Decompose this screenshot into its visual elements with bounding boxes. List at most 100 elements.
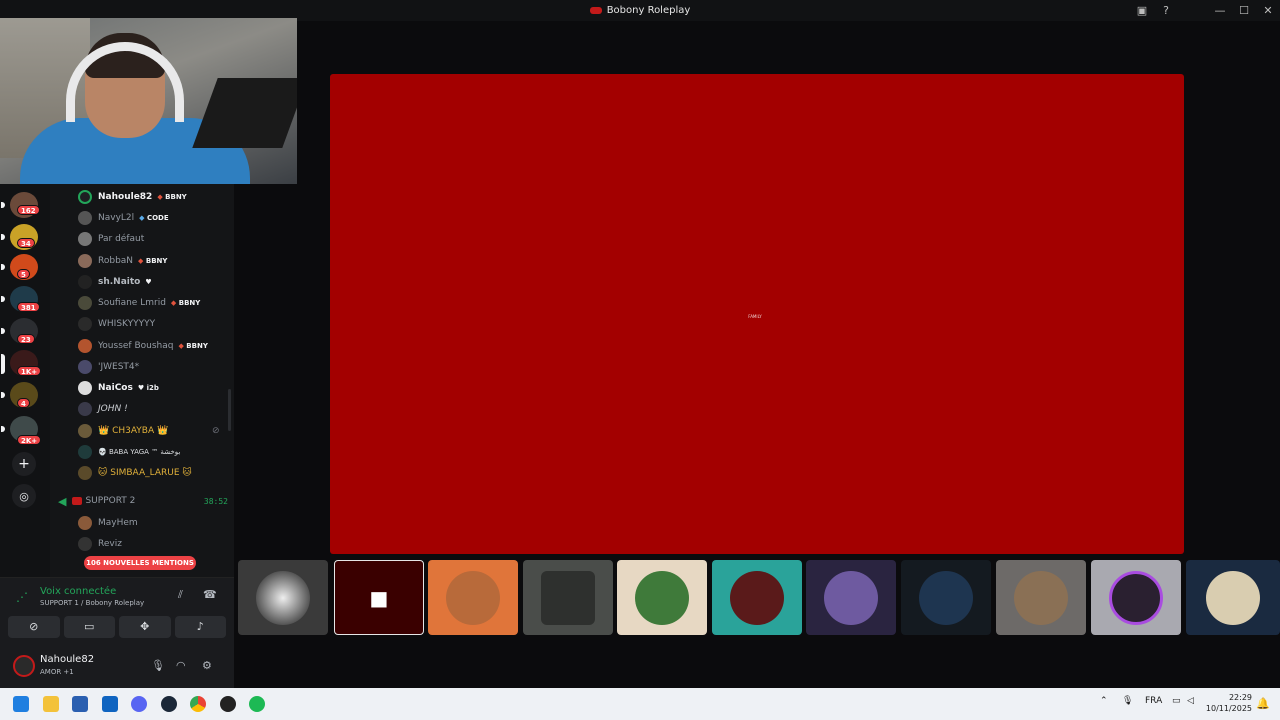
avatar (78, 445, 92, 459)
list-item[interactable]: Soufiane LmridBBNY (78, 294, 200, 312)
stream-watermark: FAMILY (748, 314, 762, 319)
list-item[interactable]: sh.Naito (78, 273, 152, 291)
list-item[interactable]: 👑 CH3AYBA 👑 (78, 422, 168, 440)
participant-tile[interactable] (523, 560, 613, 635)
avatar (78, 537, 92, 551)
participant-tiles: ■ (238, 560, 1280, 635)
chrome-icon[interactable] (190, 696, 206, 712)
list-item[interactable]: NaiCosi2b (78, 379, 159, 397)
soundboard-button[interactable]: ♪ (174, 616, 226, 638)
add-server-button[interactable]: + (12, 452, 36, 476)
voice-status: Voix connectée (40, 586, 117, 597)
server-rail: 162 34 5 381 23 1K+ 4 2K+ + ◎ (0, 184, 50, 577)
avatar (541, 570, 595, 625)
new-mentions-banner[interactable]: 106 NOUVELLES MENTIONS (84, 556, 196, 570)
participant-tile[interactable] (806, 560, 896, 635)
list-item[interactable]: MayHem (78, 514, 138, 532)
list-item[interactable]: Par défaut (78, 230, 144, 248)
avatar (78, 190, 92, 204)
stream-stage[interactable]: FAMILY (330, 74, 1184, 554)
voice-actions: ⊘ ▭ ✥ ♪ (8, 616, 226, 638)
store-icon[interactable] (72, 696, 88, 712)
avatar (78, 211, 92, 225)
headphones-icon[interactable]: ◠ (176, 659, 186, 672)
voice-location[interactable]: SUPPORT 1 / Bobony Roleplay (40, 599, 144, 607)
avatar (78, 275, 92, 289)
network-icon[interactable]: ▭ (1172, 696, 1181, 706)
notification-bell-icon[interactable]: 🔔 (1256, 697, 1270, 710)
unread-badge: 23 (17, 334, 35, 344)
participant-tile[interactable] (1186, 560, 1280, 635)
outlook-icon[interactable] (102, 696, 118, 712)
list-item[interactable]: 🐱 SIMBAA_LARUE 🐱 (78, 464, 192, 482)
list-item[interactable]: 'JWEST4* (78, 358, 139, 376)
app-logo-icon (589, 7, 602, 14)
camera-toggle-button[interactable]: ⊘ (8, 616, 60, 638)
activities-button[interactable]: ✥ (119, 616, 171, 638)
avatar (13, 655, 35, 677)
soundboard-icon: ♪ (196, 620, 204, 633)
language-indicator[interactable]: FRA (1145, 696, 1162, 706)
avatar (1014, 570, 1068, 625)
participant-tile[interactable] (617, 560, 707, 635)
discord-app: Bobony Roleplay ▣ ? — ☐ ✕ 162 34 5 381 2… (0, 0, 1280, 688)
participant-tile[interactable] (996, 560, 1086, 635)
gear-icon[interactable]: ⚙ (202, 659, 212, 672)
window-controls: ▣ ? — ☐ ✕ (1130, 0, 1280, 21)
unread-badge: 2K+ (17, 435, 42, 445)
screen-share-button[interactable]: ▭ (63, 616, 115, 638)
screen-share-icon: ▭ (84, 620, 95, 633)
disconnect-icon[interactable]: ☎ (203, 588, 217, 601)
list-item[interactable]: NavyL2lCODE (78, 209, 169, 227)
unread-badge: 5 (17, 269, 30, 279)
help-icon[interactable]: ? (1154, 4, 1178, 17)
chevron-up-icon[interactable]: ⌃ (1100, 696, 1108, 706)
participant-tile-camera[interactable]: ■ (334, 560, 424, 635)
list-item[interactable]: 💀 BABA YAGA ™ بوخشة (78, 443, 180, 461)
noise-suppression-icon[interactable]: ⫽ (178, 588, 183, 602)
avatar (824, 570, 878, 625)
avatar (78, 360, 92, 374)
participant-tile[interactable] (428, 560, 518, 635)
close-button[interactable]: ✕ (1256, 4, 1280, 17)
camera-off-icon: ⊘ (29, 620, 39, 633)
app-icon[interactable] (220, 696, 236, 712)
minimize-button[interactable]: — (1208, 4, 1232, 17)
discover-button[interactable]: ◎ (12, 484, 36, 508)
list-item[interactable]: Reviz (78, 535, 122, 553)
file-explorer-icon[interactable] (43, 696, 59, 712)
avatar (1206, 570, 1260, 625)
scrollbar[interactable] (228, 389, 231, 431)
inbox-icon[interactable]: ▣ (1130, 4, 1154, 17)
discord-icon[interactable] (131, 696, 147, 712)
steam-icon[interactable] (161, 696, 177, 712)
unread-badge: 1K+ (17, 366, 42, 376)
unread-badge: 381 (17, 302, 40, 312)
avatar (919, 570, 973, 625)
microphone-icon[interactable]: 🎙 (151, 659, 165, 672)
voice-channel-support-2[interactable]: ◀ SUPPORT 2 38:52 (58, 493, 228, 509)
list-item[interactable]: Youssef BoushaqBBNY (78, 337, 208, 355)
user-panel[interactable]: Nahoule82 AMOR +1 🎙 ◠ ⚙ (10, 652, 228, 682)
list-item[interactable]: WHISKYYYYY (78, 315, 155, 333)
system-clock[interactable]: 22:29 10/11/2025 (1192, 692, 1252, 714)
spotify-icon[interactable] (249, 696, 265, 712)
avatar (78, 381, 92, 395)
participant-tile[interactable] (238, 560, 328, 635)
avatar (635, 570, 689, 625)
avatar (256, 570, 310, 625)
list-item[interactable]: Nahoule82BBNY (78, 188, 187, 206)
participant-tile[interactable] (901, 560, 991, 635)
list-item[interactable]: JOHN ! (78, 400, 128, 418)
maximize-button[interactable]: ☐ (1232, 4, 1256, 17)
start-button[interactable] (13, 696, 29, 712)
user-name: Nahoule82 (40, 654, 95, 665)
microphone-icon[interactable]: 🎙 (1122, 696, 1133, 706)
user-status: AMOR +1 (40, 668, 74, 676)
avatar (78, 466, 92, 480)
participant-tile[interactable] (712, 560, 802, 635)
avatar (78, 516, 92, 530)
list-item[interactable]: RobbaNBBNY (78, 252, 167, 270)
avatar (78, 232, 92, 246)
participant-tile[interactable] (1091, 560, 1181, 635)
